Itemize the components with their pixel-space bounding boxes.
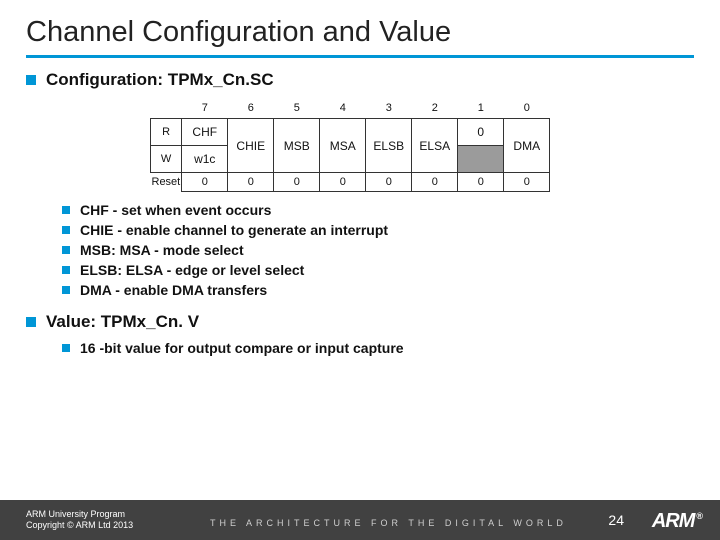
- config-items: CHF - set when event occurs CHIE - enabl…: [62, 202, 720, 298]
- value-items: 16 -bit value for output compare or inpu…: [62, 340, 720, 356]
- section-configuration: Configuration: TPMx_Cn.SC: [26, 70, 720, 90]
- section-value: Value: TPMx_Cn. V: [26, 312, 720, 332]
- bullet-icon: [62, 286, 70, 294]
- section-heading: Configuration: TPMx_Cn.SC: [46, 70, 274, 90]
- bit-number-row: 7 6 5 4 3 2 1 0: [151, 98, 550, 119]
- row-read: R CHF CHIE MSB MSA ELSB ELSA 0 DMA: [151, 119, 550, 146]
- slide: Channel Configuration and Value Configur…: [0, 0, 720, 540]
- row-reset: Reset 0 0 0 0 0 0 0 0: [151, 173, 550, 192]
- bullet-icon: [62, 246, 70, 254]
- bullet-icon: [26, 317, 36, 327]
- section-heading: Value: TPMx_Cn. V: [46, 312, 199, 332]
- slide-title: Channel Configuration and Value: [0, 0, 720, 55]
- list-item: MSB: MSA - mode select: [62, 242, 720, 258]
- list-item: DMA - enable DMA transfers: [62, 282, 720, 298]
- list-item: CHF - set when event occurs: [62, 202, 720, 218]
- bullet-icon: [62, 206, 70, 214]
- bullet-icon: [62, 266, 70, 274]
- footer-tagline: THE ARCHITECTURE FOR THE DIGITAL WORLD: [210, 518, 567, 528]
- bullet-icon: [26, 75, 36, 85]
- footer-text: ARM University Program Copyright © ARM L…: [26, 509, 133, 531]
- title-underline: [26, 55, 694, 58]
- bullet-icon: [62, 344, 70, 352]
- page-number: 24: [608, 512, 624, 528]
- list-item: 16 -bit value for output compare or inpu…: [62, 340, 720, 356]
- list-item: ELSB: ELSA - edge or level select: [62, 262, 720, 278]
- arm-logo: ARM®: [652, 510, 702, 533]
- register-table: 7 6 5 4 3 2 1 0 R CHF CHIE MSB MSA ELSB …: [150, 98, 550, 192]
- footer-bar: ARM University Program Copyright © ARM L…: [0, 500, 720, 540]
- register-diagram: 7 6 5 4 3 2 1 0 R CHF CHIE MSB MSA ELSB …: [150, 98, 720, 192]
- bullet-icon: [62, 226, 70, 234]
- list-item: CHIE - enable channel to generate an int…: [62, 222, 720, 238]
